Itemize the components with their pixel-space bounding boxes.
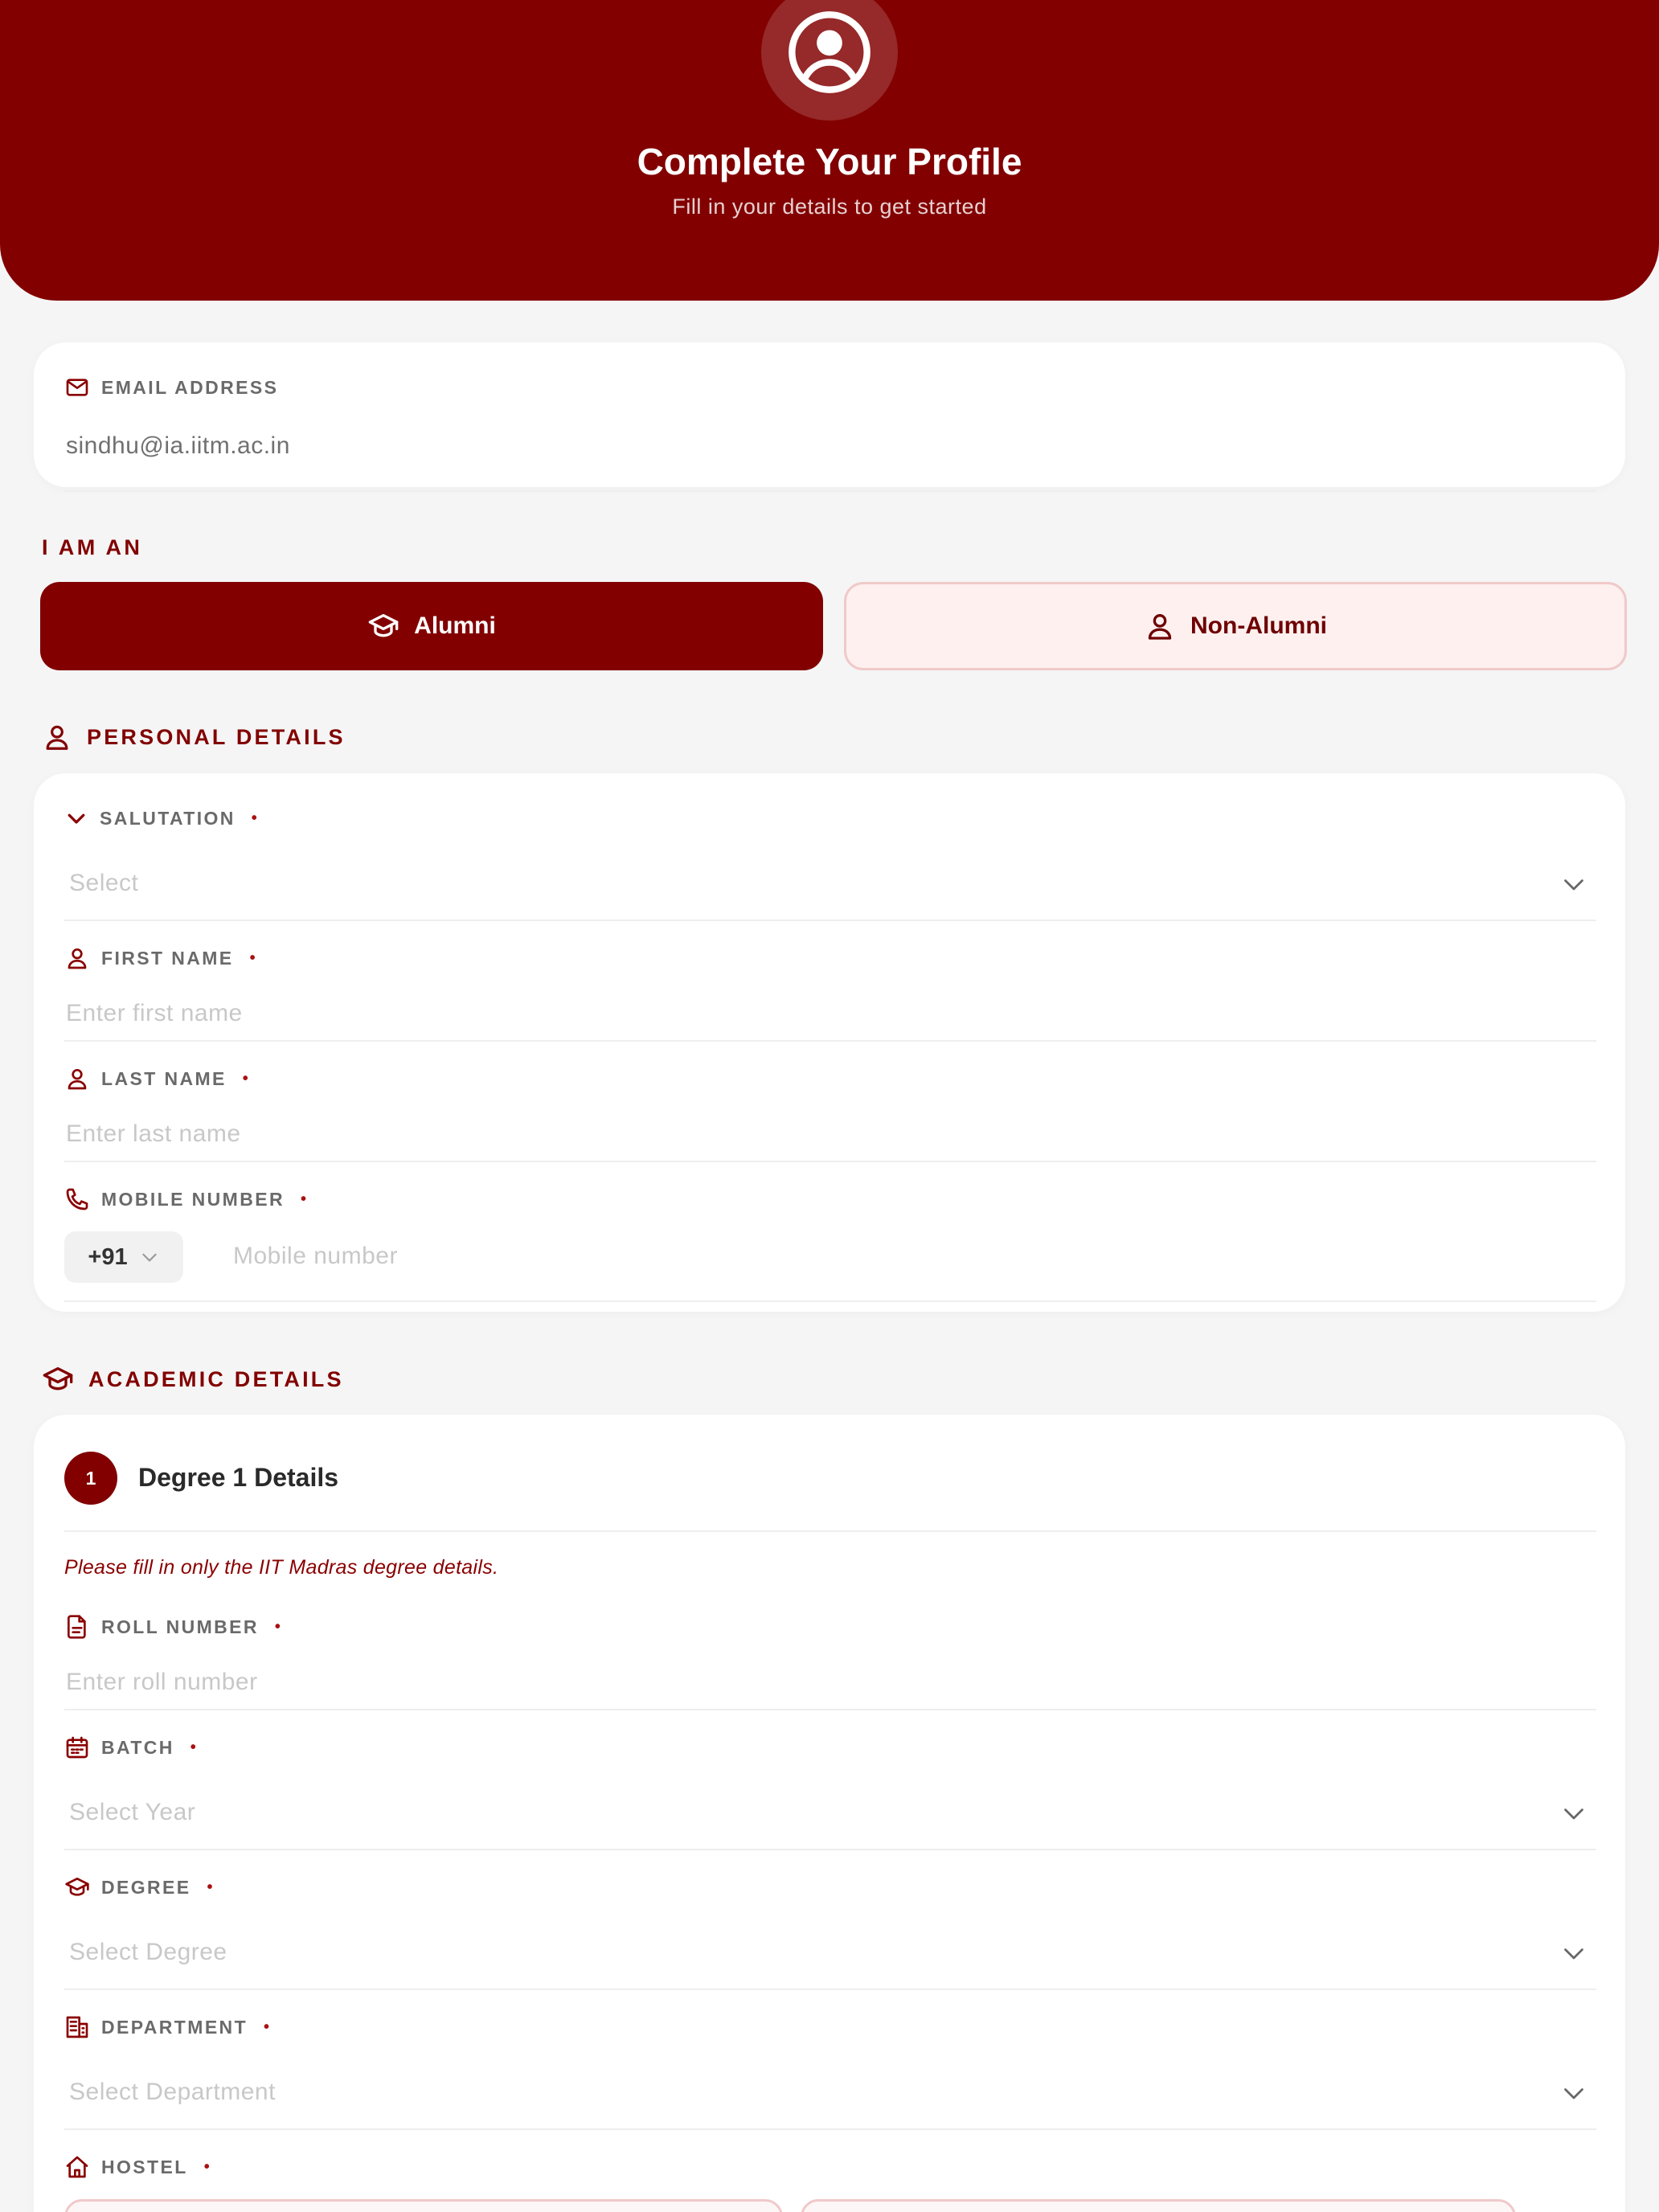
mobile-field: MOBILE NUMBER • +91 Mobile number [64,1185,1596,1305]
hostel-label: HOSTEL • [64,2153,211,2181]
last-name-field[interactable]: LAST NAME • Enter last name [64,1064,1596,1185]
salutation-label: SALUTATION • [64,804,259,833]
chevron-down-icon [68,813,85,824]
email-value: sindhu@ia.iitm.ac.in [66,432,290,459]
academic-details-heading: ACADEMIC DETAILS [42,1363,344,1395]
roll-number-field[interactable]: ROLL NUMBER • Enter roll number [64,1612,1596,1725]
divider [64,920,1596,921]
page-subtitle: Fill in your details to get started [672,195,987,219]
department-label: DEPARTMENT • [64,2013,271,2042]
divider [64,490,1596,492]
department-select[interactable]: Select Department [69,2079,276,2106]
personal-details-card: SALUTATION • Select FIRST NAME • Enter fir… [34,773,1625,1312]
chevron-down-icon[interactable] [1559,870,1588,899]
alumni-button[interactable]: Alumni [40,582,823,670]
email-card: EMAIL ADDRESS sindhu@ia.iitm.ac.in [34,342,1625,492]
batch-field[interactable]: BATCH • Select Year [64,1733,1596,1854]
academic-details-card: 1 Degree 1 Details Please fill in only t… [34,1415,1625,2212]
chevron-down-icon[interactable] [1559,1799,1588,1828]
graduation-cap-icon [368,614,399,637]
degree-number-badge: 1 [64,1452,117,1505]
first-name-field[interactable]: FIRST NAME • Enter first name [64,944,1596,1064]
first-name-label: FIRST NAME • [64,944,257,973]
chevron-down-icon[interactable] [1559,1939,1588,1968]
divider [64,1040,1596,1042]
last-name-label: LAST NAME • [64,1064,250,1093]
divider [64,1161,1596,1162]
degree-select[interactable]: Select Degree [69,1939,227,1966]
degree-title: Degree 1 Details [138,1463,339,1492]
email-field: EMAIL ADDRESS sindhu@ia.iitm.ac.in [64,373,1596,492]
divider [64,1530,1596,1532]
batch-select[interactable]: Select Year [69,1799,195,1826]
chevron-down-icon[interactable] [1559,2079,1588,2108]
user-icon [46,725,68,750]
document-icon [68,1615,86,1639]
last-name-input[interactable]: Enter last name [66,1120,241,1148]
batch-label: BATCH • [64,1733,198,1762]
divider [64,1301,1596,1302]
country-code-select[interactable]: +91 [64,1231,183,1283]
divider [64,1989,1596,1990]
mail-icon [66,379,88,396]
divider [64,2128,1596,2130]
salutation-field[interactable]: SALUTATION • Select [64,804,1596,924]
degree-note: Please fill in only the IIT Madras degre… [64,1556,499,1579]
divider [64,1849,1596,1850]
degree-field[interactable]: DEGREE • Select Degree [64,1873,1596,1993]
avatar [761,0,898,121]
personal-details-heading: PERSONAL DETAILS [42,722,346,752]
calendar-icon [66,1736,88,1759]
hostel-option[interactable] [64,2199,783,2212]
non-alumni-button[interactable]: Non-Alumni [844,582,1627,670]
chevron-down-icon [141,1253,157,1262]
user-icon [68,948,87,969]
user-icon [1148,614,1172,640]
roll-number-label: ROLL NUMBER • [64,1612,282,1641]
home-icon [66,2156,88,2178]
hostel-option[interactable] [801,2199,1516,2212]
divider [64,1709,1596,1710]
user-circle-icon [789,11,870,93]
profile-header: Complete Your Profile Fill in your detai… [0,0,1659,301]
mobile-label: MOBILE NUMBER • [64,1185,308,1214]
email-label: EMAIL ADDRESS [64,373,278,402]
phone-icon [66,1188,88,1210]
building-icon [66,2016,88,2038]
role-label: I AM AN [42,535,143,559]
graduation-cap-icon [65,1878,89,1896]
degree-label: DEGREE • [64,1873,215,1902]
roll-number-input[interactable]: Enter roll number [66,1669,258,1696]
user-icon [68,1069,87,1090]
mobile-input[interactable]: Mobile number [233,1243,398,1270]
salutation-select[interactable]: Select [69,870,138,897]
page-title: Complete Your Profile [637,141,1022,182]
department-field[interactable]: DEPARTMENT • Select Department [64,2013,1596,2133]
graduation-cap-icon [43,1367,73,1391]
first-name-input[interactable]: Enter first name [66,1000,243,1027]
